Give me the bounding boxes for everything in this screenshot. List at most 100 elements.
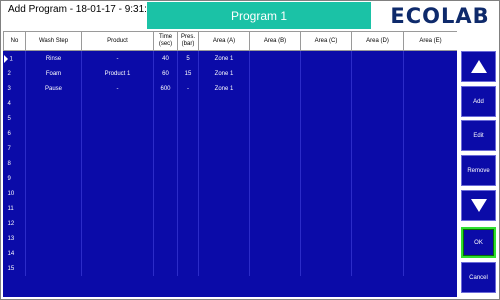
row-number: 13 [7, 235, 15, 242]
cell-no: 10 [3, 186, 26, 201]
cell-pressure [177, 246, 199, 261]
cancel-button[interactable]: Cancel [461, 262, 496, 293]
cell-area-d [351, 261, 404, 276]
cell-area-b [249, 231, 301, 246]
cell-pressure [177, 126, 199, 141]
cell-area-a [198, 201, 250, 216]
cell-time [153, 156, 178, 171]
cell-area-c [300, 96, 352, 111]
cell-area-b [249, 156, 301, 171]
scroll-up-button[interactable] [461, 51, 496, 82]
cell-time [153, 186, 178, 201]
cell-area-a [198, 216, 250, 231]
cell-wash-step: Pause [25, 81, 82, 96]
cell-time [153, 231, 178, 246]
program-steps-table: No Wash Step Product Time (sec) Pres. (b… [3, 31, 457, 276]
cell-area-b [249, 111, 301, 126]
cell-area-a: Zone 1 [198, 81, 250, 96]
cell-pressure [177, 171, 199, 186]
scroll-down-button[interactable] [461, 190, 496, 221]
cell-pressure [177, 231, 199, 246]
cell-no: 9 [3, 171, 26, 186]
cell-wash-step [25, 216, 82, 231]
row-number: 5 [7, 115, 11, 122]
cell-product [81, 186, 154, 201]
table-row[interactable]: 12 [3, 216, 457, 231]
cell-area-b [249, 201, 301, 216]
col-header-product: Product [81, 31, 154, 51]
ok-button[interactable]: OK [461, 227, 496, 258]
cell-area-d [351, 81, 404, 96]
cell-area-a [198, 126, 250, 141]
action-sidebar: Add Edit Remove OK Cancel [459, 31, 499, 299]
cell-time: 600 [153, 81, 178, 96]
cell-no: 8 [3, 156, 26, 171]
cell-product [81, 201, 154, 216]
table-row[interactable]: 13 [3, 231, 457, 246]
window-frame: Add Program - 18-01-17 - 9:31:47 Program… [0, 0, 500, 300]
table-row[interactable]: 15 [3, 261, 457, 276]
row-number: 6 [7, 130, 11, 137]
table-row[interactable]: 1 Rinse -40 5 Zone 1 [3, 50, 457, 66]
row-number: 10 [7, 190, 15, 197]
cell-area-a [198, 186, 250, 201]
cell-area-e [403, 261, 457, 276]
cell-no: 2 [3, 66, 26, 81]
cell-area-b [249, 126, 301, 141]
row-number: 12 [7, 220, 15, 227]
cell-area-c [300, 186, 352, 201]
cell-pressure [177, 261, 199, 276]
cell-area-c [300, 246, 352, 261]
col-header-area-e: Area (E) [403, 31, 457, 51]
cell-area-a [198, 156, 250, 171]
table-row[interactable]: 4 [3, 96, 457, 111]
cell-area-c [300, 231, 352, 246]
cell-time [153, 111, 178, 126]
add-button[interactable]: Add [461, 86, 496, 117]
cell-area-c [300, 141, 352, 156]
cell-area-e [403, 50, 457, 66]
cell-pressure [177, 156, 199, 171]
table-row[interactable]: 3 Pause -600- Zone 1 [3, 81, 457, 96]
row-number: 1 [9, 56, 13, 63]
row-number: 3 [7, 85, 11, 92]
cell-wash-step [25, 156, 82, 171]
table-header-row: No Wash Step Product Time (sec) Pres. (b… [3, 31, 457, 51]
row-number: 7 [7, 145, 11, 152]
cell-area-c [300, 216, 352, 231]
table-row[interactable]: 14 [3, 246, 457, 261]
table-row[interactable]: 11 [3, 201, 457, 216]
cell-area-d [351, 216, 404, 231]
col-header-area-d: Area (D) [351, 31, 404, 51]
table-body: 1 Rinse -40 5 Zone 1 2 Foam Product 1 60 15 Zone 1… [3, 50, 457, 276]
table-row[interactable]: 10 [3, 186, 457, 201]
table-row[interactable]: 9 [3, 171, 457, 186]
cell-time [153, 141, 178, 156]
cell-no: 11 [3, 201, 26, 216]
cell-pressure [177, 141, 199, 156]
remove-button[interactable]: Remove [461, 155, 496, 186]
cell-area-e [403, 141, 457, 156]
table-row[interactable]: 2 Foam Product 1 60 15 Zone 1 [3, 66, 457, 81]
cell-area-b [249, 141, 301, 156]
table-row[interactable]: 6 [3, 126, 457, 141]
cell-area-e [403, 201, 457, 216]
cell-no: 12 [3, 216, 26, 231]
title-bar: Add Program - 18-01-17 - 9:31:47 Program… [1, 1, 499, 29]
cell-area-e [403, 171, 457, 186]
cell-product: - [81, 50, 154, 66]
col-header-wash-step: Wash Step [25, 31, 82, 51]
table-row[interactable]: 8 [3, 156, 457, 171]
cell-area-c [300, 171, 352, 186]
cell-area-a: Zone 1 [198, 50, 250, 66]
col-header-time: Time (sec) [153, 31, 178, 51]
table-row[interactable]: 7 [3, 141, 457, 156]
col-header-area-c: Area (C) [300, 31, 352, 51]
cell-area-e [403, 186, 457, 201]
cell-area-e [403, 96, 457, 111]
edit-button[interactable]: Edit [461, 120, 496, 151]
cell-pressure [177, 96, 199, 111]
cell-area-b [249, 261, 301, 276]
cell-area-c [300, 66, 352, 81]
table-row[interactable]: 5 [3, 111, 457, 126]
